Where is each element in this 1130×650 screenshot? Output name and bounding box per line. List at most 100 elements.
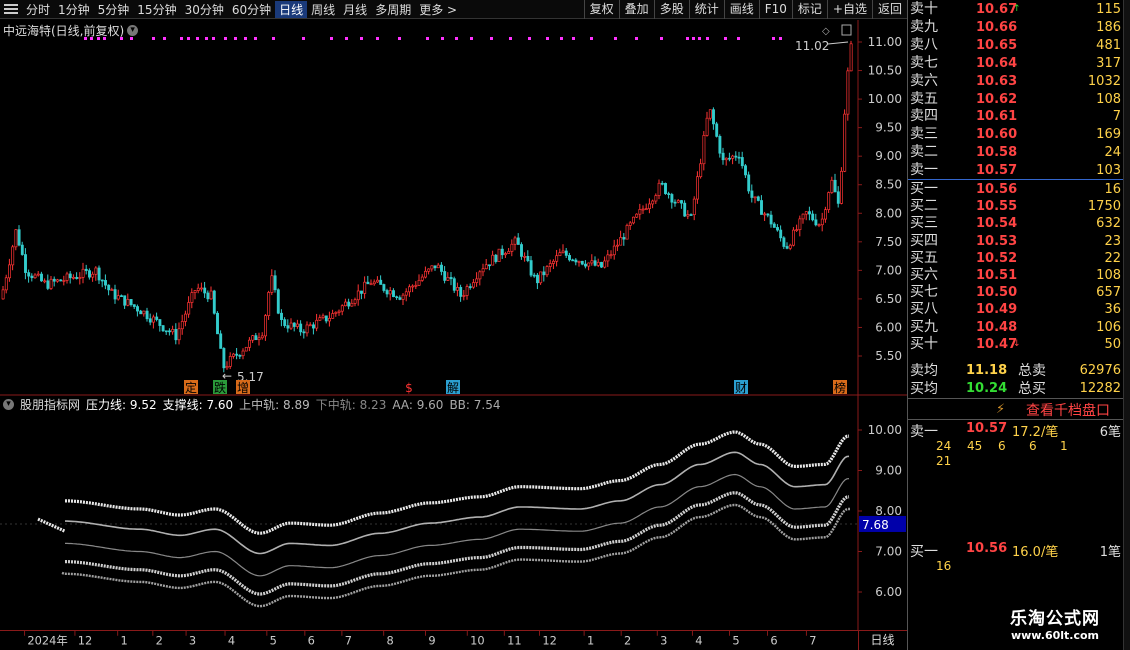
bid-row[interactable]: 买二 10.55 1750 [908,197,1124,216]
event-marker-label: 财 [735,381,747,395]
menu-icon[interactable] [4,4,18,14]
ask-row[interactable]: 卖三 10.60 169 [908,125,1124,144]
bid-row[interactable]: 买七 10.50 657 [908,283,1124,302]
candle-body [241,350,245,357]
candle-body [200,287,203,290]
bid-row[interactable]: 买九 10.48 106 [908,318,1124,337]
candle-body [126,299,130,306]
ask-row[interactable]: 卖六 10.63 1032 [908,72,1124,91]
candle-body [433,265,437,269]
ask-row[interactable]: 卖一 10.57 103 [908,161,1124,180]
side-strip[interactable] [1123,0,1130,650]
candle-body [356,290,360,301]
candle-body [238,354,242,357]
toolbar-button-4[interactable]: 画线 [723,0,759,19]
indicator-chart[interactable]: 10.00 9.00 8.00 7.00 6.00 7.68 [0,396,907,630]
expand-icon[interactable] [841,24,852,36]
candle-body [833,179,837,193]
ask-row[interactable]: 卖七 10.64 317 [908,54,1124,73]
date-tick-label: 7 [809,633,816,647]
candle-body [782,237,786,247]
bid-row[interactable]: 买八 10.49 36 [908,300,1124,319]
toolbar-button-3[interactable]: 统计 [688,0,724,19]
candle-body [8,264,11,279]
ask-row[interactable]: 卖十 10.67 ↑ 115 [908,0,1124,19]
event-marker-2[interactable]: 增 [236,380,250,395]
toolbar-button-2[interactable]: 多股 [653,0,689,19]
period-tab-9[interactable]: 多周期 [371,1,415,18]
candlestick-chart[interactable]: 11.00 10.50 10.00 9.50 9.00 8.50 8.00 7.50 7.00 6… [0,20,907,396]
candle-body [539,271,543,284]
event-marker-1[interactable]: 跌 [213,380,227,395]
event-marker-3[interactable]: $ [402,380,416,395]
diamond-icon[interactable]: ◇ [822,26,830,37]
period-tab-8[interactable]: 月线 [339,1,371,18]
period-tab-10[interactable]: 更多 > [415,1,461,18]
level-label: 买十 [910,335,938,352]
indicator-value-4: AA: 9.60 [392,397,444,412]
candle-body [142,310,146,315]
toolbar-button-6[interactable]: 标记 [791,0,827,19]
queue-price: 10.56 [966,541,1008,556]
candle-body [478,271,482,280]
indicator-settings-icon[interactable]: ▾ [3,399,14,410]
candle-body [622,237,626,240]
candle-body [59,279,63,282]
candle-body [667,193,671,195]
candle-body [68,273,72,279]
event-marker-4[interactable]: 解 [446,380,460,395]
period-tab-4[interactable]: 30分钟 [181,1,228,18]
period-tab-3[interactable]: 15分钟 [133,1,180,18]
candle-body [769,214,773,225]
candle-body [737,156,741,159]
bid-row[interactable]: 买三 10.54 632 [908,214,1124,233]
candle-body [664,183,667,194]
level-label: 买七 [910,284,938,301]
toolbar-button-0[interactable]: 复权 [583,0,619,19]
view-qiandang-button[interactable]: 查看千档盘口 [1026,400,1110,420]
period-tab-1[interactable]: 1分钟 [54,1,94,18]
toolbar-button-8[interactable]: 返回 [871,0,907,19]
candle-body [321,315,325,318]
candle-body [504,253,507,256]
level-price: 10.49 [976,302,1018,318]
date-tick-label: 2024年 [27,633,67,647]
event-marker-6[interactable]: 榜 [833,380,847,395]
period-tab-0[interactable]: 分时 [22,1,54,18]
level-label: 卖二 [910,144,938,161]
ask-row[interactable]: 卖五 10.62 108 [908,90,1124,109]
event-marker-5[interactable]: 财 [734,380,748,395]
candle-body [276,289,280,314]
ask-row[interactable]: 卖二 10.58 24 [908,143,1124,162]
ask-row[interactable]: 卖九 10.66 186 [908,18,1124,37]
candle-body [731,155,735,159]
candle-body [350,302,354,307]
stock-title: 中远海特(日线,前复权) [3,24,125,38]
period-tab-6[interactable]: 日线 [275,0,308,18]
period-tab-5[interactable]: 60分钟 [228,1,275,18]
ask-row[interactable]: 卖四 10.61 7 [908,107,1124,126]
bid-row[interactable]: 买五 10.52 22 [908,249,1124,268]
bid-row[interactable]: 买四 10.53 23 [908,232,1124,251]
period-tab-2[interactable]: 5分钟 [94,1,134,18]
level-volume: 103 [1096,163,1121,179]
candle-body [619,237,623,246]
period-tab-7[interactable]: 周线 [307,1,339,18]
level-price: 10.50 [976,285,1018,301]
event-marker-label: 增 [237,381,249,395]
bid-row[interactable]: 买六 10.51 108 [908,266,1124,285]
toolbar-button-5[interactable]: F10 [758,0,792,19]
signal-dot [187,37,190,40]
level-price: 10.60 [976,127,1018,143]
date-tick-label: 1 [121,633,128,647]
ask-row[interactable]: 卖八 10.65 481 [908,36,1124,55]
level-label: 卖四 [910,108,938,125]
bid-row[interactable]: 买一 10.56 16 [908,180,1124,199]
chart-settings-icon[interactable]: ▾ [127,25,139,36]
level-label: 卖十 [910,1,938,17]
toolbar-button-7[interactable]: +自选 [826,0,872,19]
candle-body [686,214,690,217]
toolbar-button-1[interactable]: 叠加 [618,0,654,19]
bid-row[interactable]: 买十 10.47 ↓ 50 [908,335,1124,354]
event-marker-0[interactable]: 定 [184,380,198,395]
